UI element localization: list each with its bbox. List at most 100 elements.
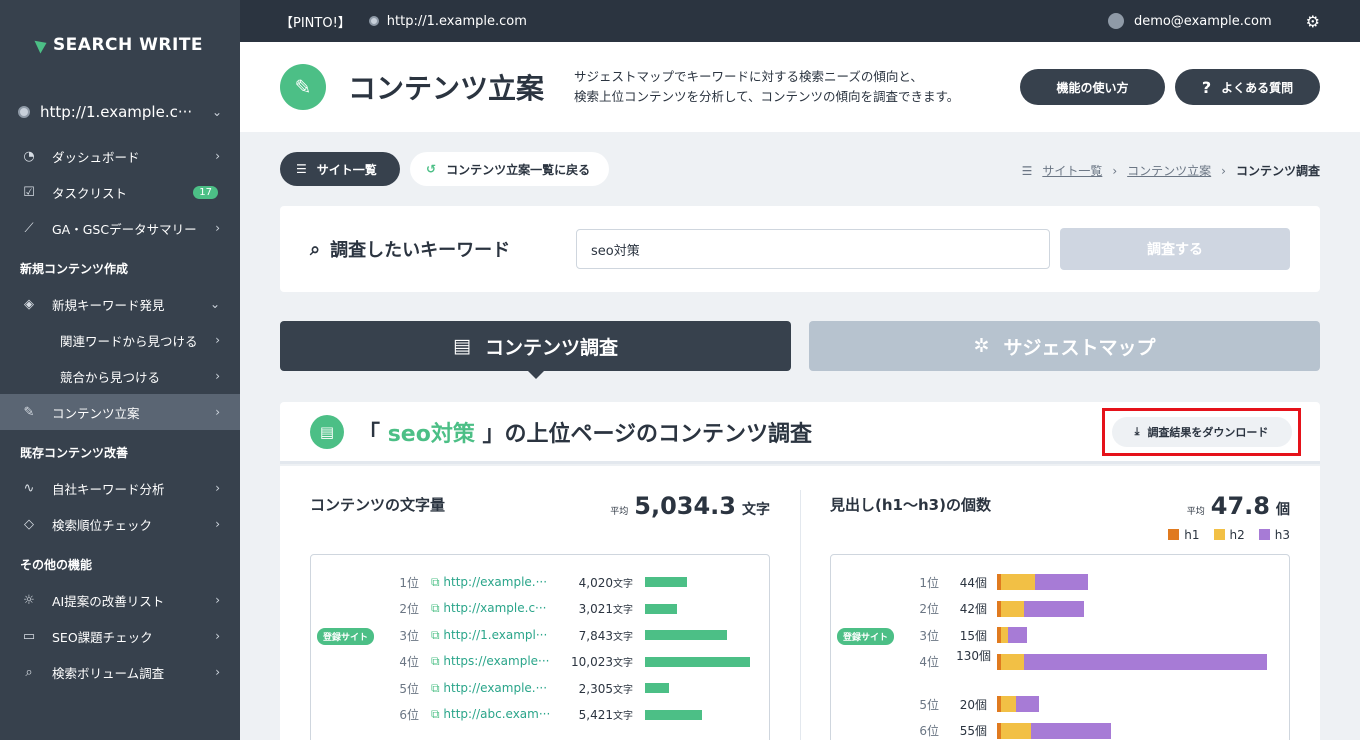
user-email[interactable]: demo@example.com: [1134, 14, 1272, 29]
rank-label: 1位: [919, 575, 939, 590]
word-count: 2,305文字: [578, 681, 633, 696]
globe-icon: [18, 106, 30, 118]
app-logo[interactable]: SEARCH WRITE: [0, 0, 240, 90]
sidebar-item-ga-gsc[interactable]: ⟋ GA・GSCデータサマリー ›: [0, 210, 240, 246]
table-row: 5位 http://example.··· 2,305文字: [311, 675, 769, 701]
rank-label: 5位: [399, 681, 419, 696]
h2-segment: [1000, 722, 1032, 739]
page-link[interactable]: http://1.exampl···: [431, 628, 555, 643]
how-to-button[interactable]: 機能の使い方: [1020, 69, 1165, 105]
breadcrumb-separator-icon: ›: [1221, 163, 1226, 178]
task-count-badge: 17: [193, 185, 218, 199]
checkbox-icon: ☑: [23, 184, 35, 200]
page-header: ✎ コンテンツ立案 サジェストマップでキーワードに対する検索ニーズの傾向と、 検…: [240, 42, 1360, 132]
document-icon: ▤: [453, 335, 471, 357]
faq-label: よくある質問: [1221, 80, 1294, 95]
heading-count: 130個: [956, 648, 991, 663]
h3-segment: [1035, 574, 1089, 590]
breadcrumb-content-plan[interactable]: コンテンツ立案: [1127, 162, 1211, 179]
average-label: 平均: [1186, 507, 1205, 517]
wordcount-title: コンテンツの文字量: [310, 496, 446, 514]
list-icon: ☰: [1021, 163, 1033, 178]
heading-count: 20個: [959, 697, 987, 712]
rank-label: 6位: [399, 708, 419, 722]
sidebar-item-tasklist[interactable]: ☑ タスクリスト 17: [0, 174, 240, 210]
list-icon: ☰: [296, 162, 307, 176]
sidebar-item-dashboard[interactable]: ◔ ダッシュボード ›: [0, 138, 240, 174]
tab-content-research[interactable]: ▤ コンテンツ調査: [280, 321, 791, 379]
word-count-bar: [645, 577, 688, 587]
table-row: 1位 44個: [831, 569, 1289, 595]
legend-swatch: [1168, 529, 1180, 540]
wordcount-average: 平均 5,034.3 文字: [610, 492, 770, 520]
result-header: ▤ 「 seo対策 」の上位ページのコンテンツ調査 ⤓ 調査結果をダウンロード: [280, 402, 1320, 464]
sidebar-section-other: その他の機能: [20, 557, 93, 572]
legend-item: h3: [1258, 528, 1290, 542]
sidebar-item-competitors[interactable]: 競合から見つける ›: [0, 358, 240, 394]
sidebar-item-ai-list[interactable]: ☼ AI提案の改善リスト ›: [0, 582, 240, 618]
page-link[interactable]: http://example.···: [431, 575, 555, 590]
chevron-right-icon: ›: [215, 369, 220, 383]
page-link[interactable]: https://example···: [431, 654, 555, 669]
chevron-down-icon: ⌄: [211, 105, 222, 119]
word-count: 10,023文字: [571, 655, 633, 669]
sidebar-item-content-plan[interactable]: ✎ コンテンツ立案 ›: [0, 394, 240, 430]
h3-segment: [1023, 653, 1267, 670]
search-icon: ⌕: [310, 238, 321, 260]
tab-suggest-map[interactable]: ✲ サジェストマップ: [809, 321, 1320, 371]
word-count-bar: [645, 630, 728, 640]
keyword-search-card: ⌕ 調査したいキーワード 調査する: [280, 206, 1320, 292]
stats-card: コンテンツの文字量 平均 5,034.3 文字 登録サイト 1位http://e…: [280, 466, 1320, 740]
page-description-line: 検索上位コンテンツを分析して、コンテンツの傾向を調査できます。: [574, 89, 960, 104]
sidebar-item-label: ダッシュボード: [52, 149, 140, 165]
result-title-open-quote: 「: [358, 421, 381, 447]
table-row: 2位 42個: [831, 596, 1289, 622]
sidebar-item-own-keyword[interactable]: ∿ 自社キーワード分析 ›: [0, 470, 240, 506]
sidebar-section-existing: 既存コンテンツ改善: [20, 445, 129, 460]
sidebar-item-label: 競合から見つける: [60, 369, 161, 385]
gear-icon[interactable]: ⚙: [1306, 12, 1320, 31]
sidebar-item-new-keyword[interactable]: ◈ 新規キーワード発見 ⌄: [0, 286, 240, 322]
sidebar-item-seo-check[interactable]: ▭ SEO課題チェック ›: [0, 618, 240, 654]
document-icon: ▤: [310, 414, 344, 449]
site-list-button[interactable]: ☰ サイト一覧: [280, 152, 400, 186]
download-results-button[interactable]: ⤓ 調査結果をダウンロード: [1111, 417, 1292, 447]
rank-label: 4位: [919, 655, 939, 669]
rank-label: 3位: [399, 628, 419, 643]
site-selector-label: http://1.example.c···: [40, 103, 193, 121]
current-site-url: http://1.example.com: [386, 13, 527, 29]
word-count: 7,843文字: [578, 628, 633, 643]
sidebar: SEARCH WRITE http://1.example.c··· ⌄ ◔ ダ…: [0, 0, 240, 740]
download-label: 調査結果をダウンロード: [1147, 426, 1269, 439]
sidebar-item-related-words[interactable]: 関連ワードから見つける ›: [0, 322, 240, 358]
tab-label: サジェストマップ: [1003, 336, 1156, 359]
question-icon: ?: [1201, 77, 1212, 97]
page-link[interactable]: http://example.···: [431, 681, 555, 696]
breadcrumb-site-list[interactable]: サイト一覧: [1042, 162, 1102, 179]
page-link[interactable]: http://xample.c···: [431, 601, 555, 616]
back-to-list-button[interactable]: ↺ コンテンツ立案一覧に戻る: [410, 152, 609, 186]
investigate-button[interactable]: 調査する: [1060, 228, 1290, 270]
download-icon: ⤓: [1134, 425, 1140, 438]
edit-icon: ✎: [280, 64, 326, 110]
legend-label: h2: [1229, 528, 1245, 542]
faq-button[interactable]: ? よくある質問: [1175, 69, 1320, 105]
page-link[interactable]: http://abc.exam···: [431, 707, 555, 722]
sidebar-item-rank-check[interactable]: ◇ 検索順位チェック ›: [0, 506, 240, 542]
table-row: 2位 http://xample.c··· 3,021文字: [311, 596, 769, 622]
dashboard-icon: ◔: [23, 148, 35, 164]
site-selector[interactable]: http://1.example.c··· ⌄: [0, 90, 240, 134]
headings-title: 見出し(h1〜h3)の個数: [830, 496, 991, 514]
sidebar-item-volume[interactable]: ⌕ 検索ボリューム調査 ›: [0, 654, 240, 690]
download-highlight: ⤓ 調査結果をダウンロード: [1102, 408, 1301, 456]
keyword-input[interactable]: [576, 229, 1050, 269]
sidebar-section-new: 新規コンテンツ作成: [20, 261, 129, 276]
chevron-right-icon: ›: [215, 593, 220, 607]
heading-bars: [997, 600, 1085, 617]
word-count: 4,020文字: [578, 575, 633, 590]
h3-segment: [1023, 600, 1085, 617]
chevron-right-icon: ›: [215, 481, 220, 495]
chevron-right-icon: ›: [215, 629, 220, 643]
word-count-bar: [645, 709, 702, 720]
lightbulb-icon: ☼: [23, 592, 35, 608]
